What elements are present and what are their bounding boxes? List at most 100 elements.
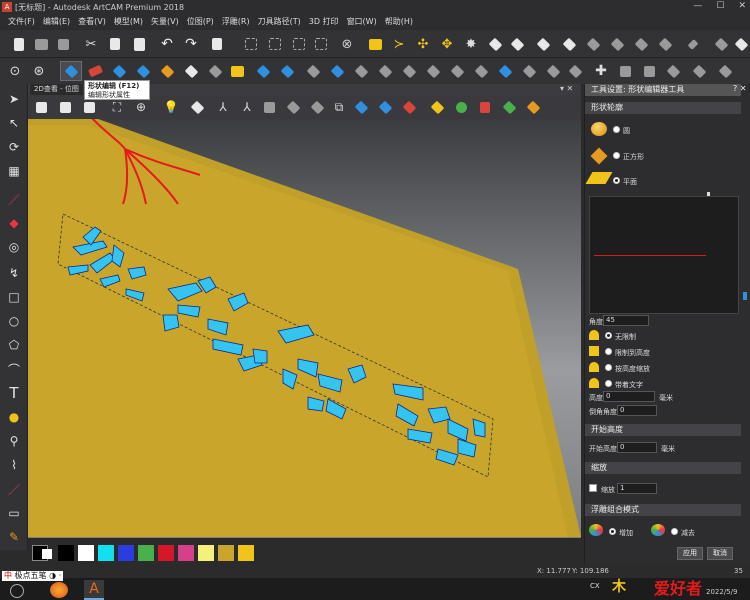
texture-folder-icon[interactable]: [228, 62, 246, 80]
relief-reset-icon[interactable]: [656, 35, 674, 53]
save-icon[interactable]: [54, 35, 72, 53]
scale-checkbox[interactable]: [589, 484, 597, 492]
eraser-tool-icon[interactable]: [86, 62, 104, 80]
relief-scale-icon[interactable]: [424, 62, 442, 80]
relief-offset-icon[interactable]: [400, 62, 418, 80]
undo-icon[interactable]: ↶: [158, 35, 176, 53]
yellow-plane-icon[interactable]: [428, 98, 446, 116]
axis-icon[interactable]: ⅄: [214, 98, 232, 116]
sculpt-icon[interactable]: ⌇: [5, 456, 23, 474]
light-bulb-icon[interactable]: 💡: [162, 98, 180, 116]
swatch-green[interactable]: [138, 545, 154, 561]
copy-icon[interactable]: [106, 35, 124, 53]
apply-button[interactable]: 应用: [677, 547, 703, 560]
close-icon[interactable]: ✕: [738, 1, 746, 11]
swatch-white[interactable]: [78, 545, 94, 561]
brush-icon[interactable]: ／: [5, 480, 23, 498]
section-combine[interactable]: 浮雕组合模式: [585, 504, 741, 516]
limit-radio-text[interactable]: [605, 380, 612, 387]
circle-icon[interactable]: ○: [5, 312, 23, 330]
swatch-gold[interactable]: [238, 545, 254, 561]
relief-bake-icon[interactable]: [732, 35, 750, 53]
section-scale[interactable]: 缩放: [585, 462, 741, 474]
rainbow-layers-icon[interactable]: [500, 98, 518, 116]
polyline-icon[interactable]: ↯: [5, 264, 23, 282]
paste-icon[interactable]: [130, 35, 148, 53]
relief-stack-icon[interactable]: [508, 35, 526, 53]
scale-input[interactable]: 1: [617, 483, 657, 494]
swatch-blue[interactable]: [118, 545, 134, 561]
node-select-icon[interactable]: ↖: [5, 114, 23, 132]
flat-profile-icon[interactable]: [585, 172, 613, 184]
relief-smooth2-icon[interactable]: [376, 62, 394, 80]
view-front-icon[interactable]: [80, 98, 98, 116]
vector-select-icon[interactable]: [242, 35, 260, 53]
relief-texture-icon[interactable]: [472, 62, 490, 80]
blue-star-icon[interactable]: [352, 98, 370, 116]
wire-view-icon[interactable]: [260, 98, 278, 116]
rainbow-stack-icon[interactable]: [524, 98, 542, 116]
menu-window[interactable]: 窗口(W): [347, 16, 377, 27]
align-icon[interactable]: [312, 35, 330, 53]
view-cube-icon[interactable]: [32, 98, 50, 116]
artcam-app-icon[interactable]: A: [2, 2, 12, 12]
shaded-view-icon[interactable]: [188, 98, 206, 116]
limit-radio-unlimited[interactable]: [605, 332, 612, 339]
menu-vector[interactable]: 矢量(V): [151, 16, 179, 27]
smudge-icon[interactable]: ⚲: [5, 432, 23, 450]
relief-invert-icon[interactable]: [448, 62, 466, 80]
swatch-olive[interactable]: [218, 545, 234, 561]
layers-icon[interactable]: [640, 62, 658, 80]
polygon-icon[interactable]: ⬠: [5, 336, 23, 354]
drop-icon[interactable]: ●: [5, 408, 23, 426]
profile-radio-flat[interactable]: [613, 177, 620, 184]
vector-tool-icon[interactable]: ≻: [390, 35, 408, 53]
select-arrow-icon[interactable]: ➤: [5, 90, 23, 108]
arc-icon[interactable]: ⌒: [5, 360, 23, 378]
two-rail-sweep-icon[interactable]: [134, 62, 152, 80]
bevel-input[interactable]: 0: [617, 405, 657, 416]
new-file-icon[interactable]: [10, 35, 28, 53]
grid-icon[interactable]: [616, 62, 634, 80]
overlap-icon[interactable]: ⧉: [330, 98, 348, 116]
cube-icon[interactable]: [690, 62, 708, 80]
menu-bitmap[interactable]: 位图(P): [187, 16, 214, 27]
relief-raise-icon[interactable]: [328, 62, 346, 80]
eraser-icon[interactable]: [684, 35, 702, 53]
profile-radio-round[interactable]: [613, 126, 620, 133]
combine-radio-subtract[interactable]: [671, 528, 678, 535]
swatch-cyan[interactable]: [98, 545, 114, 561]
limit-radio-scale[interactable]: [605, 364, 612, 371]
swatch-magenta[interactable]: [178, 545, 194, 561]
offset-icon[interactable]: ✥: [438, 35, 456, 53]
clone-icon[interactable]: ◎: [5, 238, 23, 256]
cancel-button[interactable]: 取消: [707, 547, 733, 560]
relief-blue-icon[interactable]: [496, 62, 514, 80]
combine-radio-add[interactable]: [609, 528, 616, 535]
panel-pin-icon[interactable]: ? ✕: [733, 84, 747, 93]
menu-edit[interactable]: 编辑(E): [43, 16, 70, 27]
zoom-all-icon[interactable]: ⊛: [30, 62, 48, 80]
pen-icon[interactable]: ／: [5, 190, 23, 208]
relief-combine-icon[interactable]: [534, 35, 552, 53]
taskbar-browser-icon[interactable]: [50, 582, 68, 598]
green-ball-icon[interactable]: [452, 98, 470, 116]
redo-icon[interactable]: ↷: [182, 35, 200, 53]
view-tab-menu-icon[interactable]: ▾ ✕: [560, 84, 573, 93]
minimize-icon[interactable]: —: [693, 1, 702, 11]
node-edit-icon[interactable]: ⊗: [338, 35, 356, 53]
cut-icon[interactable]: ✂: [82, 35, 100, 53]
turn-icon[interactable]: [182, 62, 200, 80]
relief-layer-icon[interactable]: [486, 35, 504, 53]
menu-view[interactable]: 查看(V): [78, 16, 106, 27]
swatch-light-yellow[interactable]: [198, 545, 214, 561]
swatch-white-secondary[interactable]: [42, 549, 52, 559]
relief-extrude-icon[interactable]: [254, 62, 272, 80]
zoom-in-icon[interactable]: ⊕: [132, 98, 150, 116]
import-folder-icon[interactable]: [366, 35, 384, 53]
color-view-icon[interactable]: [284, 98, 302, 116]
relief-lower-icon[interactable]: [352, 62, 370, 80]
swatch-black[interactable]: [58, 545, 74, 561]
menu-relief[interactable]: 浮雕(R): [222, 16, 250, 27]
paste-box-icon[interactable]: [716, 62, 734, 80]
